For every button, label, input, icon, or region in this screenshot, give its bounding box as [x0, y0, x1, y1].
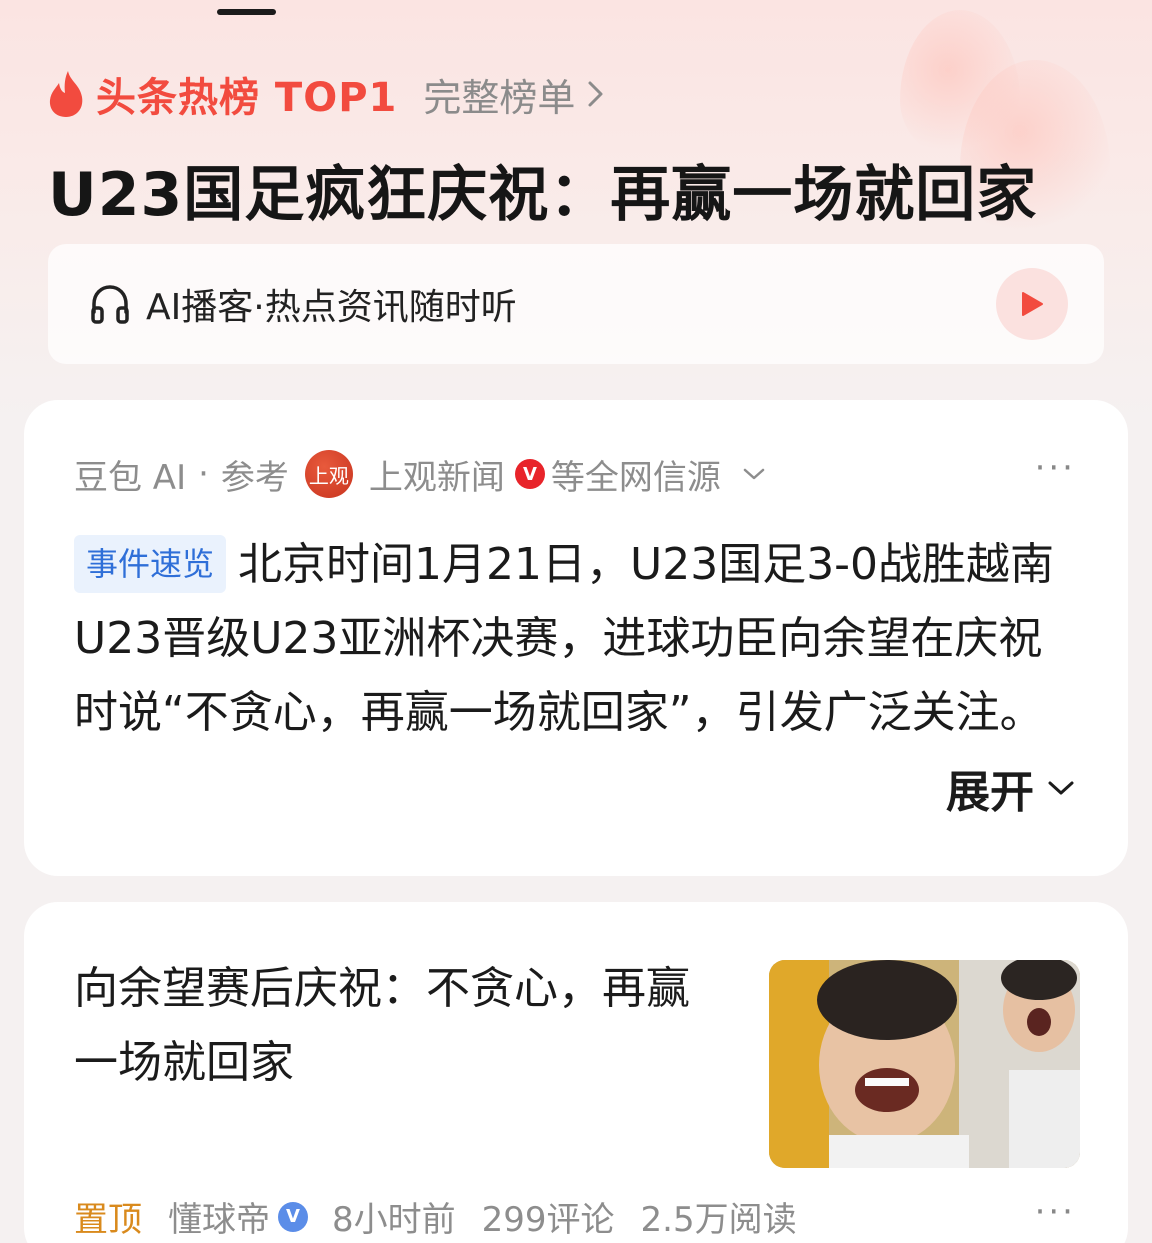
news-meta: 置顶 懂球帝 V 8小时前 299评论 2.5万阅读 [74, 1192, 797, 1241]
chevron-down-icon [743, 468, 765, 480]
source-row[interactable]: 豆包 AI · 参考 上观 上观新闻 V 等全网信源 [74, 450, 767, 498]
source-ref-label: 参考 [220, 457, 289, 498]
chevron-down-icon [1048, 781, 1074, 795]
ai-summary-card: 豆包 AI · 参考 上观 上观新闻 V 等全网信源 ··· 事件速览 北京时间1… [24, 400, 1128, 876]
source-suffix: 等全网信源 [550, 457, 721, 498]
hot-list-label: 头条热榜 TOP1 [96, 75, 398, 121]
source-ai-label: 豆包 AI [74, 457, 187, 498]
fire-icon [49, 71, 83, 117]
event-tag: 事件速览 [74, 535, 227, 593]
ai-podcast-bar[interactable]: AI播客·热点资讯随时听 [48, 244, 1104, 364]
thumbnail-image [769, 960, 1080, 1168]
chevron-right-icon [588, 81, 603, 107]
play-button[interactable] [996, 268, 1068, 340]
expand-label: 展开 [946, 767, 1034, 818]
full-list-link[interactable]: 完整榜单 [423, 67, 607, 122]
news-title[interactable]: 向余望赛后庆祝：不贪心，再赢一场就回家 [74, 952, 694, 1100]
read-count: 2.5万阅读 [640, 1200, 797, 1240]
news-thumbnail[interactable] [769, 960, 1080, 1168]
verified-icon: V [514, 459, 545, 489]
hot-list-row[interactable]: 头条热榜 TOP1 完整榜单 [46, 66, 607, 122]
tab-indicator [217, 9, 276, 15]
page-title: U23国足疯狂庆祝：再赢一场就回家 [48, 160, 1038, 230]
author-name[interactable]: 懂球帝 [168, 1192, 270, 1241]
event-summary: 事件速览 北京时间1月21日，U23国足3-0战胜越南U23晋级U23亚洲杯决赛，… [74, 528, 1084, 750]
more-options-button[interactable]: ··· [1035, 448, 1076, 488]
source-name: 上观新闻 [368, 457, 505, 498]
expand-button[interactable]: 展开 [926, 756, 1076, 820]
comment-count: 299评论 [481, 1200, 615, 1240]
podcast-label: AI播客·热点资讯随时听 [146, 287, 517, 328]
full-list-label: 完整榜单 [423, 75, 576, 120]
pinned-badge: 置顶 [74, 1200, 142, 1240]
headphones-icon [91, 285, 129, 324]
source-logo: 上观 [304, 450, 353, 498]
source-separator: · [198, 454, 209, 494]
verified-icon: V [278, 1201, 308, 1232]
news-card[interactable]: 向余望赛后庆祝：不贪心，再赢一场就回家 置顶 懂球帝 V 8小时前 299评论 … [24, 902, 1128, 1243]
post-time: 8小时前 [332, 1200, 456, 1240]
play-icon [1022, 292, 1043, 316]
more-options-button[interactable]: ··· [1035, 1192, 1076, 1232]
